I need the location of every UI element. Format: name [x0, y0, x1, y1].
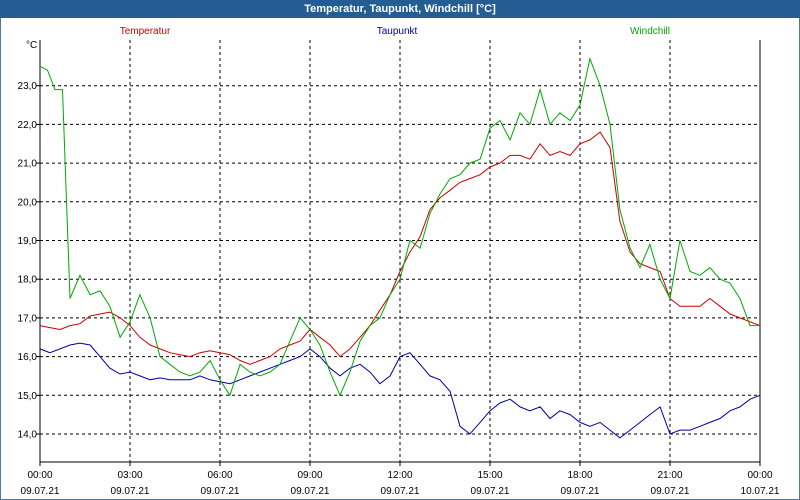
x-tick-time-label: 09:00 [297, 470, 322, 481]
x-tick-date-label: 09.07.21 [111, 486, 150, 497]
y-tick-label: 16,0 [18, 352, 38, 363]
x-axis-ticks: 00:00 09.07.21 03:00 09.07.21 06:00 09.07.21 0… [21, 462, 780, 497]
legend: Temperatur Taupunkt Windchill [120, 26, 670, 37]
x-tick-time-label: 12:00 [387, 470, 412, 481]
x-tick-time-label: 18:00 [567, 470, 592, 481]
legend-entry-temperatur: Temperatur [120, 26, 171, 37]
legend-entry-windchill: Windchill [630, 26, 670, 37]
y-axis-ticks: 14,0 15,0 16,0 17,0 18,0 19,0 20,0 21,0 22,0 23,0 [18, 81, 40, 441]
legend-entry-taupunkt: Taupunkt [377, 26, 418, 37]
x-tick-date-label: 09.07.21 [471, 486, 510, 497]
y-tick-label: 15,0 [18, 391, 38, 402]
x-tick-time-label: 15:00 [477, 470, 502, 481]
y-tick-label: 14,0 [18, 430, 38, 441]
x-tick-date-label: 10.07.21 [741, 486, 780, 497]
y-tick-label: 22,0 [18, 120, 38, 131]
x-tick-date-label: 09.07.21 [291, 486, 330, 497]
x-tick-date-label: 09.07.21 [561, 486, 600, 497]
y-tick-label: 20,0 [18, 197, 38, 208]
x-tick-date-label: 09.07.21 [201, 486, 240, 497]
x-tick-date-label: 09.07.21 [21, 486, 60, 497]
y-tick-label: 18,0 [18, 275, 38, 286]
y-tick-label: 23,0 [18, 81, 38, 92]
x-tick-date-label: 09.07.21 [381, 486, 420, 497]
x-tick-time-label: 06:00 [207, 470, 232, 481]
x-tick-time-label: 00:00 [27, 470, 52, 481]
x-tick-time-label: 00:00 [747, 470, 772, 481]
x-tick-time-label: 21:00 [657, 470, 682, 481]
y-axis-unit-label: °C [26, 40, 37, 51]
line-chart: 14,0 15,0 16,0 17,0 18,0 19,0 20,0 21,0 22,0 23,0… [18, 26, 780, 497]
y-tick-label: 17,0 [18, 313, 38, 324]
y-tick-label: 19,0 [18, 236, 38, 247]
x-tick-date-label: 09.07.21 [651, 486, 690, 497]
y-tick-label: 21,0 [18, 159, 38, 170]
x-tick-time-label: 03:00 [117, 470, 142, 481]
